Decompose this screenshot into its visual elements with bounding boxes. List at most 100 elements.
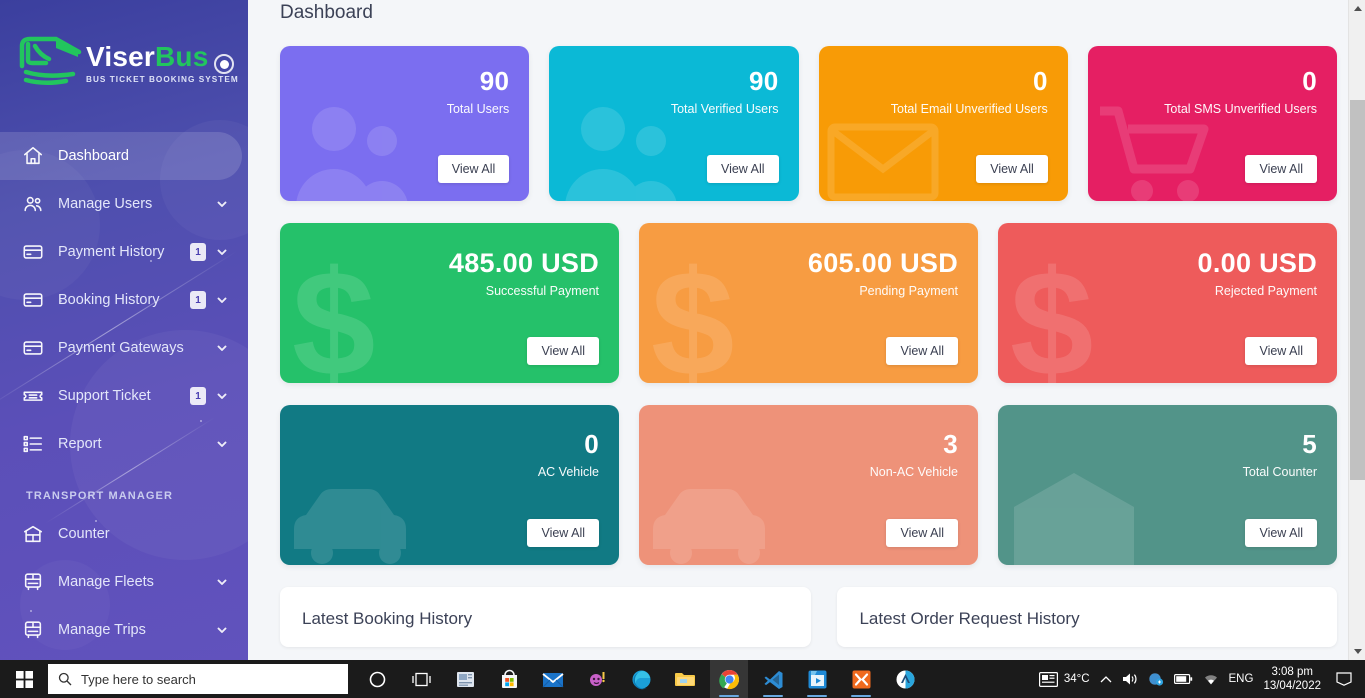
cortana-icon[interactable]	[358, 660, 396, 698]
view-all-button[interactable]: View All	[706, 155, 779, 183]
stat-card: 0 AC Vehicle View All	[280, 405, 619, 565]
stat-card-value: 605.00 USD	[807, 248, 958, 278]
sidebar: ViserBus BUS TICKET BOOKING SYSTEM Dashb…	[0, 0, 248, 660]
language-label: ENG	[1228, 673, 1254, 685]
brand-name-first: Viser	[86, 41, 155, 72]
scroll-up-icon[interactable]	[1349, 0, 1365, 17]
view-all-button[interactable]: View All	[437, 155, 510, 183]
view-all-button[interactable]: View All	[1245, 519, 1317, 547]
battery-icon[interactable]	[1173, 673, 1193, 685]
brand-tagline: BUS TICKET BOOKING SYSTEM	[86, 75, 239, 84]
chevron-down-icon[interactable]	[216, 294, 228, 306]
sidebar-item-dashboard[interactable]: Dashboard	[0, 132, 242, 180]
stat-card-value: 3	[943, 429, 958, 459]
view-all-button[interactable]: View All	[886, 519, 958, 547]
sidebar-item-label: Report	[58, 436, 102, 452]
wifi-icon[interactable]	[1203, 673, 1219, 686]
search-placeholder: Type here to search	[81, 671, 196, 687]
sidebar-item-support-ticket[interactable]: Support Ticket 1	[0, 372, 248, 420]
sidebar-item-manage-users[interactable]: Manage Users	[0, 180, 248, 228]
notification-icon[interactable]	[1331, 660, 1357, 698]
page-scrollbar[interactable]	[1348, 0, 1365, 660]
clock[interactable]: 3:08 pm 13/04/2022	[1263, 665, 1321, 694]
view-all-button[interactable]: View All	[886, 337, 958, 365]
clock-time: 3:08 pm	[1271, 665, 1313, 678]
microsoft-edge-icon[interactable]	[622, 660, 660, 698]
chevron-up-icon[interactable]	[1100, 675, 1112, 684]
stat-card-label: AC Vehicle	[537, 465, 599, 480]
sidebar-item-label: Manage Trips	[58, 622, 146, 638]
view-all-button[interactable]: View All	[1245, 155, 1317, 183]
fleet-icon	[22, 571, 44, 593]
microsoft-store-icon[interactable]	[490, 660, 528, 698]
chevron-down-icon[interactable]	[216, 576, 228, 588]
sidebar-item-manage-fleets[interactable]: Manage Fleets	[0, 558, 248, 606]
sidebar-section-label: TRANSPORT MANAGER	[26, 490, 174, 502]
chevron-down-icon[interactable]	[216, 342, 228, 354]
sidebar-item-label: Payment History	[58, 244, 165, 260]
view-all-button[interactable]: View All	[1245, 337, 1317, 365]
stat-card-value: 0	[1302, 66, 1317, 96]
sidebar-item-report[interactable]: Report	[0, 420, 248, 468]
sidebar-item-payment-history[interactable]: Payment History 1	[0, 228, 248, 276]
weather-widget[interactable]: 34°C	[1038, 671, 1090, 687]
users-icon	[22, 193, 44, 215]
google-chrome-icon[interactable]	[710, 660, 748, 698]
chevron-down-icon[interactable]	[216, 624, 228, 636]
card-icon	[22, 241, 44, 263]
news-weather-icon	[1038, 671, 1058, 687]
file-explorer-icon[interactable]	[666, 660, 704, 698]
stat-card: $0.00 USD Rejected Payment View All	[998, 223, 1337, 383]
view-all-button[interactable]: View All	[527, 519, 599, 547]
search-input[interactable]: Type here to search	[48, 664, 348, 694]
view-all-button[interactable]: View All	[527, 337, 599, 365]
stat-card-value: 485.00 USD	[448, 248, 599, 278]
taskbar-apps	[358, 660, 924, 698]
task-view-icon[interactable]	[402, 660, 440, 698]
chevron-down-icon[interactable]	[216, 198, 228, 210]
network-icon[interactable]	[1148, 672, 1164, 686]
chevron-down-icon[interactable]	[216, 438, 228, 450]
panel-title: Latest Booking History	[302, 609, 473, 628]
list-icon	[22, 433, 44, 455]
sidebar-toggle-icon[interactable]	[214, 54, 234, 74]
stat-card: 90 Total Verified Users View All	[549, 46, 799, 201]
stat-card-value: 0.00 USD	[1197, 248, 1317, 278]
chevron-down-icon[interactable]	[216, 246, 228, 258]
sidebar-item-payment-gateways[interactable]: Payment Gateways	[0, 324, 248, 372]
sidebar-item-label: Dashboard	[58, 148, 129, 164]
stat-card: $605.00 USD Pending Payment View All	[639, 223, 978, 383]
sidebar-item-booking-history[interactable]: Booking History 1	[0, 276, 248, 324]
scroll-down-icon[interactable]	[1349, 643, 1365, 660]
news-icon[interactable]	[446, 660, 484, 698]
media-player-icon[interactable]	[798, 660, 836, 698]
xampp-icon[interactable]	[842, 660, 880, 698]
scroll-thumb[interactable]	[1350, 100, 1365, 480]
brand-logo[interactable]: ViserBus BUS TICKET BOOKING SYSTEM	[0, 0, 248, 118]
app-icon[interactable]	[578, 660, 616, 698]
volume-icon[interactable]	[1122, 672, 1138, 686]
windows-start-icon[interactable]	[0, 660, 48, 698]
visual-studio-code-icon[interactable]	[754, 660, 792, 698]
stat-card: 90 Total Users View All	[280, 46, 530, 201]
mail-icon[interactable]	[534, 660, 572, 698]
sidebar-item-counter[interactable]: Counter	[0, 510, 248, 558]
ticket-icon	[22, 385, 44, 407]
sidebar-item-label: Booking History	[58, 292, 160, 308]
stat-card-label: Successful Payment	[485, 284, 599, 299]
stat-card: 0 Total SMS Unverified Users View All	[1087, 46, 1337, 201]
stat-card-value: 5	[1302, 429, 1317, 459]
view-all-button[interactable]: View All	[976, 155, 1048, 183]
clock-date: 13/04/2022	[1263, 680, 1321, 692]
sidebar-item-manage-trips[interactable]: Manage Trips	[0, 606, 248, 654]
stat-card-value: 90	[479, 66, 510, 96]
card-icon	[22, 289, 44, 311]
stat-card-value: 90	[748, 66, 779, 96]
stat-card: 5 Total Counter View All	[998, 405, 1337, 565]
language-indicator[interactable]: ENG	[1229, 673, 1254, 685]
brand-name-second: Bus	[155, 41, 209, 72]
app2-icon[interactable]	[886, 660, 924, 698]
latest-order-request-history-panel: Latest Order Request History	[837, 587, 1337, 647]
chevron-down-icon[interactable]	[216, 390, 228, 402]
stat-card-label: Non-AC Vehicle	[869, 465, 958, 480]
